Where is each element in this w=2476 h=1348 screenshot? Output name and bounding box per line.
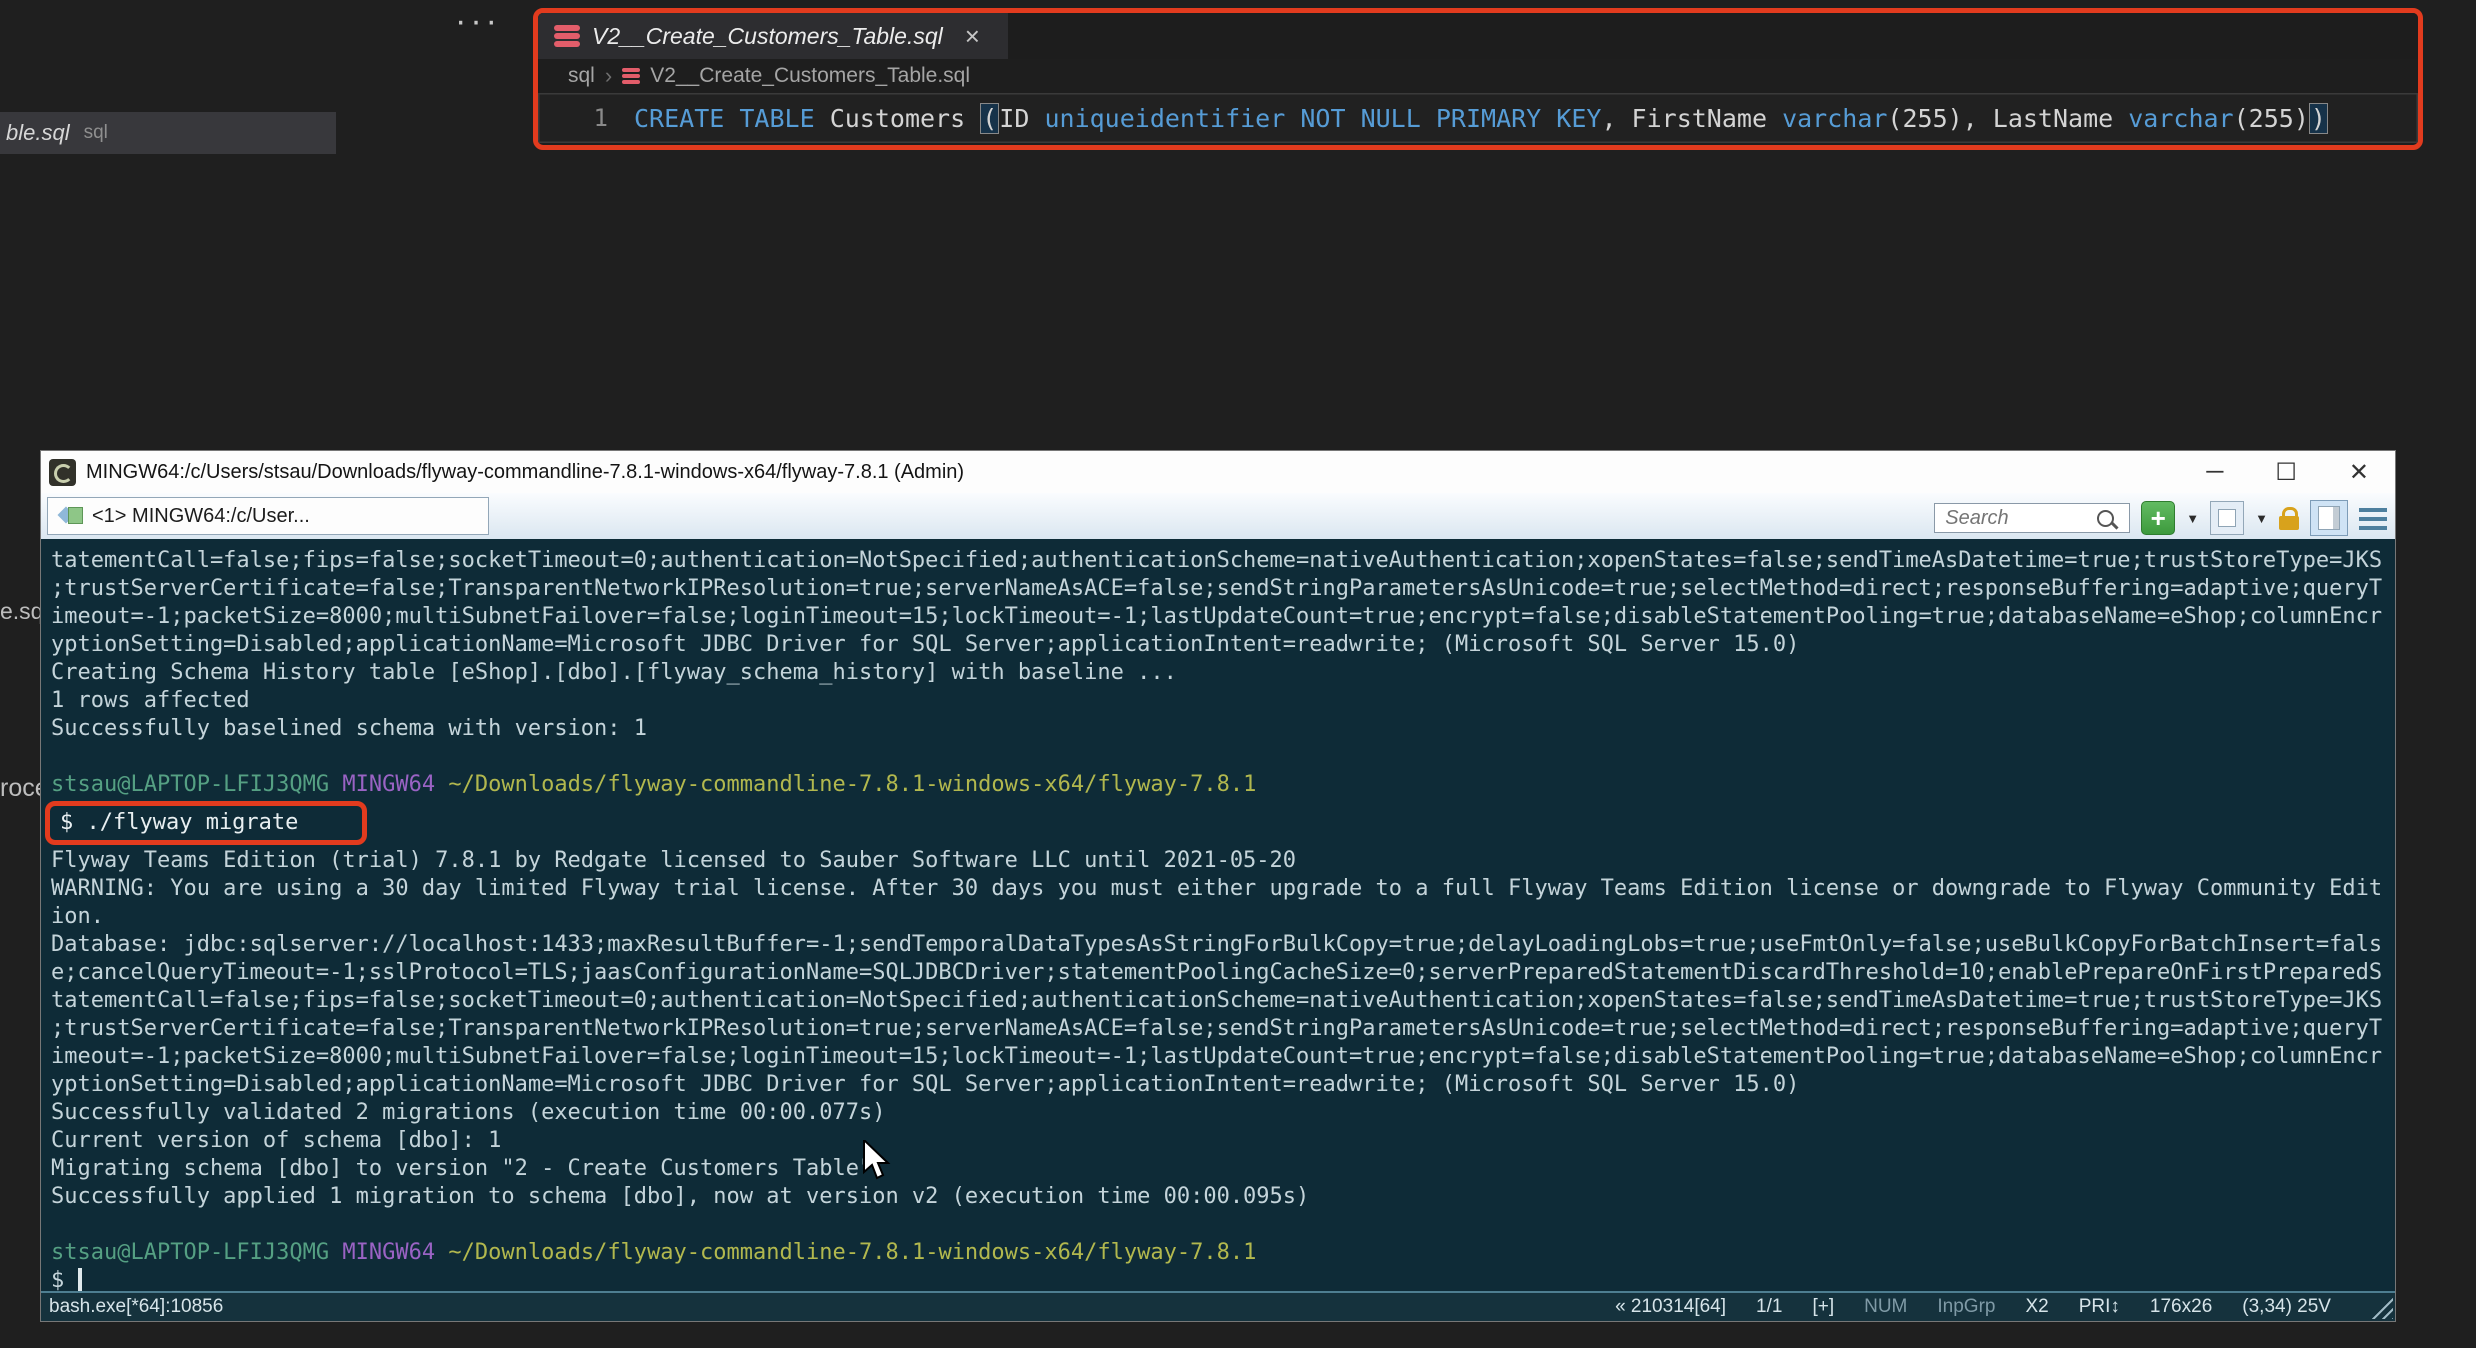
status-item: X2 (2025, 1296, 2049, 1317)
chevron-down-icon[interactable]: ▼ (2186, 511, 2199, 526)
status-item: InpGrp (1937, 1296, 1996, 1317)
mouse-cursor (863, 1140, 891, 1180)
annotation-command-highlight: $ ./flyway migrate (45, 801, 368, 845)
terminal-window: MINGW64:/c/Users/stsau/Downloads/flyway-… (40, 450, 2396, 1322)
breadcrumb-file[interactable]: V2__Create_Customers_Table.sql (650, 64, 970, 88)
editor-code-line[interactable]: 1 CREATE TABLE Customers (ID uniqueident… (538, 93, 2418, 143)
status-item: NUM (1864, 1296, 1908, 1317)
chevron-right-icon: › (604, 63, 613, 88)
database-file-icon (554, 25, 580, 47)
lock-icon[interactable] (2279, 506, 2299, 530)
breadcrumb[interactable]: sql › V2__Create_Customers_Table.sql (538, 59, 2418, 93)
terminal-toolbar: <1> MINGW64:/c/User... + ▼ ▼ (41, 493, 2395, 540)
status-item: (3,34) 25V (2242, 1296, 2331, 1317)
terminal-cursor (77, 1268, 82, 1291)
window-list-button[interactable] (2210, 501, 2245, 535)
tab-sql-file[interactable]: V2__Create_Customers_Table.sql × (538, 13, 1008, 59)
resize-grip[interactable] (2369, 1295, 2393, 1319)
status-item: 176x26 (2149, 1296, 2213, 1317)
breadcrumb-folder[interactable]: sql (568, 64, 595, 88)
maximize-button[interactable]: ☐ (2275, 458, 2297, 487)
background-editor-tab[interactable]: ble.sql sql (0, 112, 336, 154)
minimize-button[interactable]: ─ (2206, 458, 2223, 487)
status-item: [+] (1812, 1296, 1835, 1317)
close-icon[interactable]: × (965, 23, 980, 49)
close-button[interactable]: ✕ (2349, 458, 2369, 487)
terminal-output[interactable]: tatementCall=false;fips=false;socketTime… (41, 539, 2395, 1293)
new-console-button[interactable]: + (2141, 501, 2176, 535)
search-input[interactable] (1943, 505, 2098, 531)
background-tab-hint: sql (83, 122, 108, 143)
status-process: bash.exe[*64]:10856 (49, 1296, 224, 1317)
background-text-fragment: e.sq (0, 598, 44, 624)
terminal-tab-label: <1> MINGW64:/c/User... (92, 504, 310, 527)
screen: ble.sql sql ··· e.sq roce V2__Create_Cus… (0, 0, 2476, 1348)
terminal-statusbar: bash.exe[*64]:10856 « 210314[64] 1/1 [+] NU… (41, 1291, 2395, 1321)
chevron-down-icon[interactable]: ▼ (2255, 511, 2268, 526)
tab-title: V2__Create_Customers_Table.sql (592, 22, 943, 49)
status-right: « 210314[64] 1/1 [+] NUM InpGrp X2 PRI↕ 176x26 (… (1615, 1296, 2331, 1318)
annotation-editor-highlight: V2__Create_Customers_Table.sql × sql › V… (533, 8, 2423, 150)
terminal-title: MINGW64:/c/Users/stsau/Downloads/flyway-… (86, 460, 965, 483)
status-item: 1/1 (1756, 1296, 1783, 1317)
terminal-titlebar[interactable]: MINGW64:/c/Users/stsau/Downloads/flyway-… (41, 451, 2395, 493)
menu-icon[interactable] (2359, 508, 2387, 512)
search-box[interactable] (1934, 503, 2131, 533)
search-icon (2097, 509, 2115, 527)
bash-tab-icon (58, 503, 84, 529)
editor-more-actions-icon[interactable]: ··· (455, 2, 501, 41)
code-line[interactable]: CREATE TABLE Customers (ID uniqueidentif… (634, 102, 2328, 134)
conemu-app-icon (49, 458, 76, 486)
terminal-tab[interactable]: <1> MINGW64:/c/User... (47, 497, 489, 535)
panel-toggle-button[interactable] (2310, 500, 2348, 536)
status-item: « 210314[64] (1615, 1296, 1727, 1317)
status-item: PRI↕ (2078, 1296, 2120, 1317)
line-number: 1 (593, 104, 608, 132)
background-tab-label: ble.sql (6, 120, 70, 145)
editor-tabstrip: V2__Create_Customers_Table.sql × (538, 13, 2418, 59)
database-file-icon (622, 67, 641, 85)
